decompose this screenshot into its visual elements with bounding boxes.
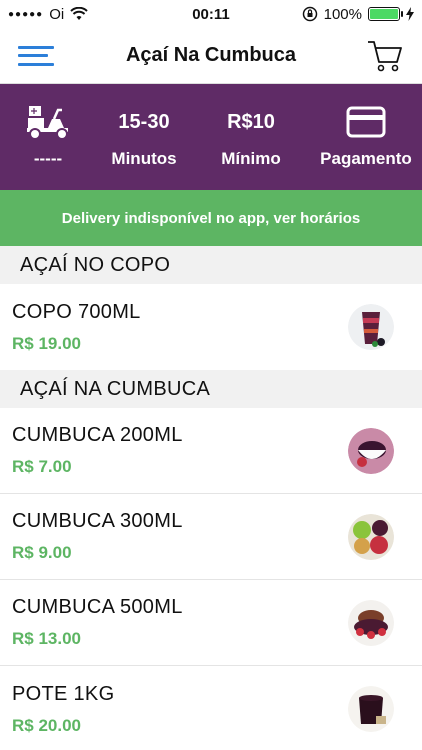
delivery-notice-text: Delivery indisponível no app, ver horári… xyxy=(61,209,361,227)
minimum-order-info: R$10 Mínimo xyxy=(192,84,310,190)
menu-list-copo: COPO 700ML R$ 19.00 xyxy=(0,284,422,370)
wifi-icon xyxy=(70,7,88,20)
menu-item-price: R$ 19.00 xyxy=(12,333,81,353)
orientation-lock-icon xyxy=(302,6,317,22)
menu-item[interactable]: POTE 1KG R$ 20.00 xyxy=(0,666,422,750)
delivery-info: ----- xyxy=(0,84,96,190)
page-title: Açaí Na Cumbuca xyxy=(125,44,297,66)
shopping-cart-icon[interactable] xyxy=(366,38,404,74)
product-thumbnail xyxy=(348,427,394,474)
signal-strength-icon: ●●●●● xyxy=(8,8,44,20)
delivery-scooter-icon xyxy=(27,106,68,140)
battery-percent: 100% xyxy=(323,5,362,23)
section-header-acai-no-copo: AÇAÍ NO COPO xyxy=(0,246,422,284)
minimum-order-value: R$10 xyxy=(227,110,275,133)
credit-card-icon xyxy=(346,106,386,138)
menu-item[interactable]: CUMBUCA 200ML R$ 7.00 xyxy=(0,408,422,494)
minimum-order-label: Mínimo xyxy=(221,149,281,168)
menu-item[interactable]: COPO 700ML R$ 19.00 xyxy=(0,284,422,370)
product-thumbnail xyxy=(348,513,394,560)
delivery-value: ----- xyxy=(33,149,63,168)
menu-item[interactable]: CUMBUCA 500ML R$ 13.00 xyxy=(0,580,422,666)
carrier-name: Oi xyxy=(49,5,65,23)
navigation-bar: Açaí Na Cumbuca xyxy=(0,28,422,84)
hamburger-menu-icon[interactable] xyxy=(18,43,56,69)
menu-item-name: COPO 700ML xyxy=(12,300,141,323)
status-bar: ●●●●● Oi 00:11 100% xyxy=(0,0,422,28)
menu-item-name: CUMBUCA 200ML xyxy=(12,424,183,446)
section-header-acai-na-cumbuca: AÇAÍ NA CUMBUCA xyxy=(0,370,422,408)
delivery-time-range: 15-30 xyxy=(118,110,170,133)
payment-label: Pagamento xyxy=(320,149,412,168)
payment-info[interactable]: Pagamento xyxy=(310,84,422,190)
menu-list-cumbuca: CUMBUCA 200ML R$ 7.00 CUMBUCA 300ML R$ 9… xyxy=(0,408,422,750)
charging-icon xyxy=(406,7,414,21)
menu-item-name: CUMBUCA 500ML xyxy=(12,596,183,618)
menu-item-price: R$ 13.00 xyxy=(12,629,81,648)
menu-item-price: R$ 9.00 xyxy=(12,543,72,562)
product-thumbnail xyxy=(348,304,394,350)
menu-item-name: POTE 1KG xyxy=(12,682,115,705)
battery-icon xyxy=(368,7,403,21)
product-thumbnail xyxy=(348,599,394,646)
store-info-bar: ----- 15-30 Minutos R$10 Mínimo Pagament… xyxy=(0,84,422,190)
menu-item[interactable]: CUMBUCA 300ML R$ 9.00 xyxy=(0,494,422,580)
menu-item-price: R$ 7.00 xyxy=(12,457,72,476)
delivery-time-label: Minutos xyxy=(111,149,177,168)
delivery-time-info: 15-30 Minutos xyxy=(96,84,192,190)
menu-item-price: R$ 20.00 xyxy=(12,715,81,735)
product-thumbnail xyxy=(348,686,394,732)
menu-item-name: CUMBUCA 300ML xyxy=(12,510,183,532)
delivery-notice-banner[interactable]: Delivery indisponível no app, ver horári… xyxy=(0,190,422,246)
